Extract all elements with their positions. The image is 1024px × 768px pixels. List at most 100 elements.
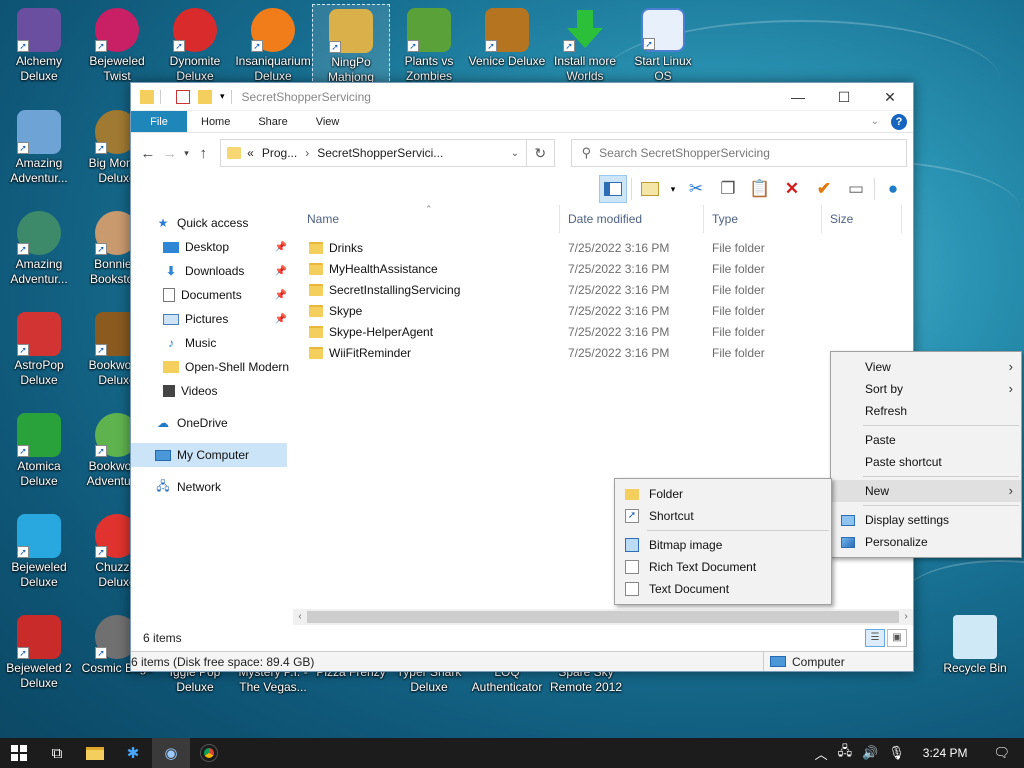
delete-icon[interactable]: ✕ — [778, 175, 806, 203]
breadcrumb-current[interactable]: SecretShopperServici... — [317, 146, 443, 160]
desktop-icon-bejeweled-2[interactable]: ➚ Bejeweled 2 Deluxe — [0, 615, 78, 691]
pin-icon[interactable]: 📌 — [275, 290, 287, 301]
nav-music[interactable]: ♪ Music — [131, 331, 291, 355]
nav-network[interactable]: 🖧 Network — [131, 475, 291, 499]
breadcrumb-overflow[interactable]: « — [247, 146, 254, 160]
up-icon[interactable]: ↑ — [192, 145, 214, 162]
chrome-taskbar-icon[interactable] — [190, 738, 228, 768]
close-button[interactable]: ✕ — [867, 83, 913, 111]
large-icons-view-icon[interactable]: ▣ — [887, 629, 907, 647]
desktop-icon-insaniquarium[interactable]: ➚ Insaniquarium Deluxe — [234, 8, 312, 84]
scroll-left-icon[interactable]: ‹ — [293, 609, 307, 625]
pin-icon[interactable]: 📌 — [275, 266, 287, 277]
desktop-icon-start-linux[interactable]: ➚ Start Linux OS — [624, 8, 702, 84]
chevron-up-icon[interactable]: ︿ — [815, 744, 828, 763]
table-row[interactable]: Skype-HelperAgent 7/25/2022 3:16 PM File… — [299, 321, 903, 342]
scroll-thumb[interactable] — [307, 611, 899, 623]
file-explorer-taskbar-icon[interactable] — [76, 738, 114, 768]
forward-icon[interactable]: → — [159, 145, 181, 162]
app-taskbar-icon[interactable]: ✱ — [114, 738, 152, 768]
table-row[interactable]: Drinks 7/25/2022 3:16 PM File folder — [299, 237, 903, 258]
column-header-size[interactable]: Size — [822, 205, 902, 233]
menu-item-sort-by[interactable]: Sort by › — [831, 378, 1021, 400]
check-icon[interactable]: ✔ — [810, 175, 838, 203]
rename-icon[interactable]: ▭ — [842, 175, 870, 203]
paste-icon[interactable]: 📋 — [746, 175, 774, 203]
nav-pictures[interactable]: Pictures 📌 — [131, 307, 291, 331]
search-input[interactable]: ⚲ Search SecretShopperServicing — [570, 139, 908, 167]
chevron-down-icon[interactable]: ▾ — [668, 175, 678, 203]
menu-item-shortcut[interactable]: ➚ Shortcut — [615, 505, 831, 527]
column-header-name[interactable]: Name ⌃ — [299, 204, 560, 233]
scroll-right-icon[interactable]: › — [899, 609, 913, 625]
clock[interactable]: 3:24 PM — [923, 746, 968, 760]
refresh-icon[interactable]: ↻ — [526, 139, 555, 167]
customize-quick-access-icon[interactable]: ▾ — [220, 91, 225, 102]
menu-item-text-document[interactable]: Text Document — [615, 578, 831, 600]
nav-onedrive[interactable]: ☁ OneDrive — [131, 411, 291, 435]
back-icon[interactable]: ← — [137, 145, 159, 162]
nav-videos[interactable]: Videos — [131, 379, 291, 403]
microphone-icon[interactable]: 🎙 — [888, 745, 905, 761]
tab-file[interactable]: File — [131, 111, 187, 132]
breadcrumb-program-files[interactable]: Prog... — [262, 146, 297, 160]
menu-item-rich-text[interactable]: Rich Text Document — [615, 556, 831, 578]
desktop-icon-pvz[interactable]: ➚ Plants vs Zombies — [390, 8, 468, 84]
details-view-icon[interactable]: ☰ — [865, 629, 885, 647]
new-folder-icon[interactable] — [198, 89, 212, 104]
nav-downloads[interactable]: ⬇ Downloads 📌 — [131, 259, 291, 283]
maximize-button[interactable]: ☐ — [821, 83, 867, 111]
nav-my-computer[interactable]: My Computer — [131, 443, 287, 467]
table-row[interactable]: WiiFitReminder 7/25/2022 3:16 PM File fo… — [299, 342, 903, 363]
open-shell-taskbar-icon[interactable]: ◉ — [152, 738, 190, 768]
menu-item-refresh[interactable]: Refresh — [831, 400, 1021, 422]
pin-icon[interactable]: 📌 — [275, 314, 287, 325]
help-icon[interactable]: ? — [891, 113, 907, 130]
chevron-down-icon[interactable]: ⌄ — [504, 148, 526, 159]
nav-open-shell[interactable]: Open-Shell Modern — [131, 355, 291, 379]
table-row[interactable]: MyHealthAssistance 7/25/2022 3:16 PM Fil… — [299, 258, 903, 279]
menu-item-bitmap[interactable]: Bitmap image — [615, 534, 831, 556]
desktop-icon-bejeweled-twist[interactable]: ➚ Bejeweled Twist — [78, 8, 156, 84]
network-status-icon[interactable]: 🖧 — [838, 742, 853, 764]
table-row[interactable]: Skype 7/25/2022 3:16 PM File folder — [299, 300, 903, 321]
change-view-icon[interactable] — [636, 175, 664, 203]
desktop-icon-bejeweled-deluxe[interactable]: ➚ Bejeweled Deluxe — [0, 514, 78, 590]
recent-locations-icon[interactable]: ▾ — [181, 148, 193, 159]
menu-item-display-settings[interactable]: Display settings — [831, 509, 1021, 531]
desktop-icon-venice[interactable]: ➚ Venice Deluxe — [468, 8, 546, 69]
tab-view[interactable]: View — [302, 111, 354, 132]
desktop-icon-recycle-bin[interactable]: Recycle Bin — [936, 615, 1014, 676]
nav-documents[interactable]: Documents 📌 — [131, 283, 291, 307]
desktop-icon-amazing-1[interactable]: ➚ Amazing Adventur... — [0, 110, 78, 186]
menu-item-view[interactable]: View › — [831, 356, 1021, 378]
copy-icon[interactable]: ❐ — [714, 175, 742, 203]
minimize-button[interactable]: — — [775, 83, 821, 111]
address-bar[interactable]: « Prog... › SecretShopperServici... ⌄ — [220, 139, 527, 167]
horizontal-scrollbar[interactable]: ‹ › — [293, 609, 913, 625]
cut-icon[interactable]: ✂ — [682, 175, 710, 203]
column-header-type[interactable]: Type — [704, 205, 822, 233]
notifications-icon[interactable]: 🗨 — [993, 745, 1010, 761]
expand-ribbon-icon[interactable]: ⌄ — [871, 116, 879, 127]
menu-item-folder[interactable]: Folder — [615, 483, 831, 505]
tab-home[interactable]: Home — [187, 111, 244, 132]
tab-share[interactable]: Share — [244, 111, 301, 132]
desktop-icon-atomica[interactable]: ➚ Atomica Deluxe — [0, 413, 78, 489]
pin-icon[interactable]: 📌 — [275, 242, 287, 253]
menu-item-paste[interactable]: Paste — [831, 429, 1021, 451]
column-header-date[interactable]: Date modified — [560, 205, 704, 233]
desktop-icon-astropop[interactable]: ➚ AstroPop Deluxe — [0, 312, 78, 388]
desktop-icon-alchemy[interactable]: ➚ Alchemy Deluxe — [0, 8, 78, 84]
menu-item-new[interactable]: New › — [831, 480, 1021, 502]
desktop-icon-install-worlds[interactable]: ➚ Install more Worlds — [546, 8, 624, 84]
nav-desktop[interactable]: Desktop 📌 — [131, 235, 291, 259]
menu-item-paste-shortcut[interactable]: Paste shortcut — [831, 451, 1021, 473]
table-row[interactable]: SecretInstallingServicing 7/25/2022 3:16… — [299, 279, 903, 300]
preview-pane-icon[interactable] — [599, 175, 627, 203]
task-view-icon[interactable]: ⧉ — [38, 738, 76, 768]
globe-icon[interactable]: ● — [879, 175, 907, 203]
menu-item-personalize[interactable]: Personalize — [831, 531, 1021, 553]
desktop-icon-ningpo[interactable]: ➚ NingPo Mahjong — [312, 4, 390, 86]
desktop-icon-dynomite[interactable]: ➚ Dynomite Deluxe — [156, 8, 234, 84]
